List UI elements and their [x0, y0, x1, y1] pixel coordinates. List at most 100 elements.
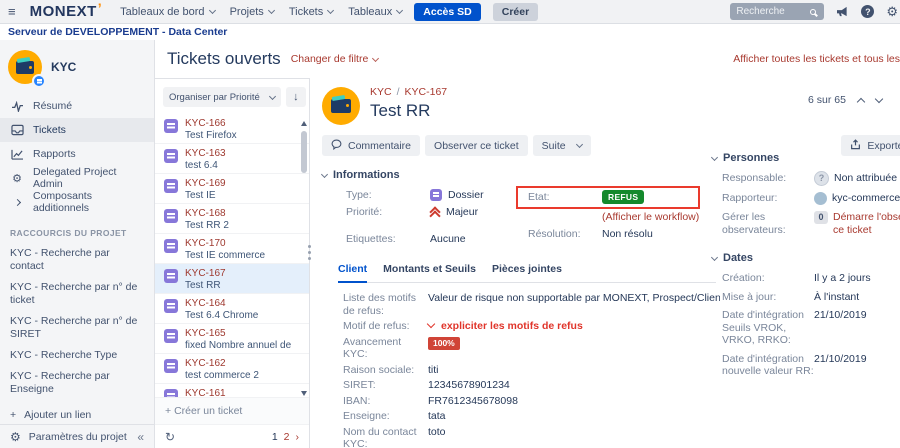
date-label: Date d'intégration Seuils VROK, VRKO, RR… [722, 309, 814, 347]
people-section-header[interactable]: Personnes [712, 152, 900, 164]
next-page-icon[interactable]: › [296, 431, 300, 443]
show-workflow-link[interactable]: (Afficher le workflow) [602, 211, 699, 223]
sidebar-item-delegated-admin[interactable]: ⚙ Delegated Project Admin [0, 166, 154, 190]
issue-type-icon [164, 359, 178, 373]
status-badge: REFUS [602, 190, 644, 204]
field-value: Valeur de risque non supportable par MON… [428, 292, 720, 305]
refresh-icon[interactable]: ↻ [165, 430, 175, 444]
announcement-megaphone-icon[interactable] [836, 6, 849, 17]
field-value: 100% [428, 337, 460, 350]
tab-pieces-jointes[interactable]: Pièces jointes [492, 263, 562, 283]
chevron-down-icon [372, 54, 379, 61]
shortcut-link[interactable]: KYC - Recherche Type [0, 345, 154, 366]
chevron-down-icon [268, 7, 275, 14]
shortcut-link[interactable]: KYC - Recherche par contact [0, 243, 154, 277]
monext-logo[interactable]: MONEXT ’ [30, 3, 103, 20]
app-switcher-icon[interactable]: ≡ [8, 4, 16, 19]
content-split: Organiser par Priorité ↓ KYC-166 Test Fi… [155, 78, 900, 448]
issue-type-icon [164, 149, 178, 163]
ticket-key: KYC-163 [185, 148, 226, 160]
create-ticket-link[interactable]: + Créer un ticket [155, 397, 309, 424]
chart-icon [10, 149, 24, 160]
change-filter-link[interactable]: Changer de filtre [291, 53, 379, 65]
breadcrumb-ticket-link[interactable]: KYC-167 [405, 86, 448, 98]
dates-section-header[interactable]: Dates [712, 252, 900, 264]
collapse-sidebar-icon[interactable]: « [137, 430, 144, 444]
settings-gear-icon[interactable]: ⚙ [886, 4, 898, 20]
scrollbar-thumb[interactable] [301, 131, 307, 173]
ticket-key: KYC-168 [185, 208, 229, 220]
ticket-list-item[interactable]: KYC-170 Test IE commerce [155, 234, 309, 264]
date-label: Création: [722, 272, 814, 285]
chevron-down-icon [576, 141, 583, 148]
ticket-list-item[interactable]: KYC-166 Test Firefox [155, 114, 309, 144]
date-value: 21/10/2019 [814, 353, 867, 366]
sidebar-item-resume[interactable]: Résumé [0, 94, 154, 118]
ticket-list-item[interactable]: KYC-164 Test 6.4 Chrome [155, 294, 309, 324]
create-button[interactable]: Créer [493, 3, 538, 21]
ticket-list-item[interactable]: KYC-168 Test RR 2 [155, 204, 309, 234]
search-icon [810, 9, 816, 15]
acces-sd-button[interactable]: Accès SD [414, 3, 480, 21]
start-watching-link[interactable]: Démarre l'observation de ce ticket [833, 211, 900, 236]
comment-button[interactable]: Commentaire [322, 135, 420, 156]
shortcut-link[interactable]: KYC - Recherche par n° de SIRET [0, 311, 154, 345]
sidebar-item-rapports[interactable]: Rapports [0, 142, 154, 166]
ticket-list-item[interactable]: KYC-163 test 6.4 [155, 144, 309, 174]
topnav-item[interactable]: Tableaux de bord [120, 6, 214, 18]
topnav-item[interactable]: Projets [230, 6, 274, 18]
ticket-list-item[interactable]: KYC-167 Test RR [155, 264, 309, 294]
tab-client[interactable]: Client [338, 263, 367, 283]
ticket-list-item[interactable]: KYC-162 test commerce 2 [155, 354, 309, 384]
pagination: 1 2 › [272, 431, 299, 443]
sidebar-item-tickets[interactable]: Tickets [0, 118, 154, 142]
view-all-tickets-link[interactable]: Afficher toutes les tickets et tous les [733, 53, 900, 65]
project-settings-gear-icon[interactable]: ⚙ [10, 430, 21, 444]
pager-position: 6 sur 65 [808, 94, 846, 106]
help-icon[interactable]: ? [861, 5, 874, 18]
scroll-down-icon[interactable] [301, 391, 307, 396]
watchers-count-badge[interactable]: 0 [814, 211, 828, 224]
reporter-name[interactable]: kyc-commerce [832, 192, 900, 205]
search-input[interactable]: Recherche [730, 3, 824, 20]
next-ticket-icon[interactable] [875, 94, 883, 102]
page-title: Tickets ouverts [167, 49, 281, 69]
field-watchers: Gérer les observateurs: 0 Démarre l'obse… [712, 211, 900, 236]
field-labels: Etiquettes: Aucune [322, 233, 518, 245]
topnav-item[interactable]: Tableaux [348, 6, 402, 18]
field-label: Liste des motifs de refus: [343, 292, 428, 317]
field-value: titi [428, 364, 439, 377]
comment-bubble-icon [331, 139, 342, 153]
ticket-list-item[interactable]: KYC-161 test commerce [155, 384, 309, 397]
ticket-list-item[interactable]: KYC-169 Test IE [155, 174, 309, 204]
field-label: Enseigne: [343, 410, 428, 423]
shortcuts-list: KYC - Recherche par contact KYC - Recher… [0, 243, 154, 400]
sort-direction-button[interactable]: ↓ [286, 87, 306, 107]
shortcut-link[interactable]: KYC - Recherche par Enseigne [0, 366, 154, 400]
project-header[interactable]: KYC [0, 40, 154, 92]
list-scrollbar[interactable] [299, 121, 308, 396]
more-actions-button[interactable]: Suite [533, 135, 591, 156]
date-row: Mise à jour: À l'instant [712, 291, 900, 304]
sort-dropdown[interactable]: Organiser par Priorité [163, 87, 281, 107]
ticket-summary: Test IE [185, 190, 226, 202]
shortcut-link[interactable]: KYC - Recherche par n° de ticket [0, 277, 154, 311]
announcement-banner: Serveur de DEVELOPPEMENT - Data Center [0, 24, 900, 40]
previous-ticket-icon[interactable] [857, 97, 865, 105]
tab-montants-et-seuils[interactable]: Montants et Seuils [383, 263, 476, 283]
page-1[interactable]: 1 [272, 431, 278, 443]
field-type: Type: Dossier [322, 189, 518, 201]
ticket-list-item[interactable]: KYC-165 fixed Nombre annuel de transa... [155, 324, 309, 354]
scroll-up-icon[interactable] [301, 121, 307, 126]
project-type-badge-icon [32, 74, 46, 88]
field-value: expliciter les motifs de refus [428, 320, 583, 333]
sidebar-item-composants[interactable]: Composants additionnels [0, 190, 154, 214]
breadcrumb-project-link[interactable]: KYC [370, 86, 392, 98]
ticket-avatar-wallet-icon [322, 87, 360, 125]
watch-ticket-button[interactable]: Observer ce ticket [425, 135, 528, 156]
ticket-summary: Test IE commerce [185, 250, 265, 262]
page-2[interactable]: 2 [284, 431, 290, 443]
ticket-key: KYC-170 [185, 238, 265, 250]
project-settings-label[interactable]: Paramètres du projet [29, 431, 127, 443]
topnav-item[interactable]: Tickets [289, 6, 333, 18]
